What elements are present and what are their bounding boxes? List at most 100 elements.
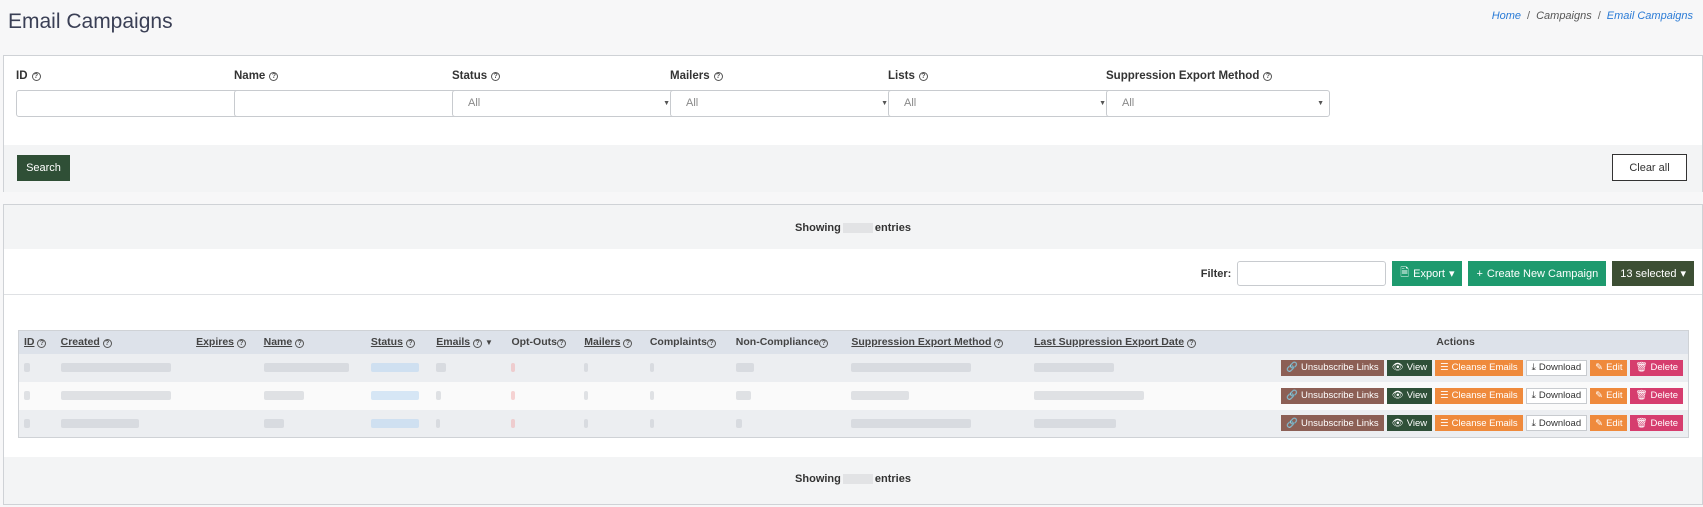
redacted-cell — [735, 363, 754, 373]
id-input[interactable] — [16, 90, 240, 117]
search-button[interactable]: Search — [17, 155, 70, 181]
help-icon[interactable]: ? — [491, 71, 501, 81]
help-icon: ? — [556, 339, 566, 349]
name-input[interactable] — [234, 90, 458, 117]
view-button[interactable]: 👁 View — [1386, 359, 1433, 376]
unsubscribe-links-button[interactable]: 🔗 Unsubscribe Links — [1281, 359, 1384, 376]
create-campaign-button[interactable]: + Create New Campaign — [1468, 261, 1607, 286]
help-icon[interactable]: ? — [31, 71, 41, 81]
view-button[interactable]: 👁 View — [1386, 415, 1433, 432]
edit-button[interactable]: ✎ Edit — [1590, 359, 1628, 376]
col-suppression[interactable]: Suppression Export Method ? — [846, 330, 1030, 354]
col-last-suppression[interactable]: Last Suppression Export Date ? — [1029, 330, 1224, 354]
view-button[interactable]: 👁 View — [1386, 387, 1433, 404]
campaigns-table: ID ? Created ? Expires ? Name ? Status ?… — [18, 330, 1689, 438]
redacted-cell — [1034, 363, 1115, 373]
list-icon: ☰ — [1440, 390, 1449, 401]
cleanse-emails-button[interactable]: ☰ Cleanse Emails — [1435, 359, 1523, 376]
delete-button[interactable]: 🗑 Delete — [1630, 359, 1683, 376]
help-icon[interactable]: ? — [269, 71, 279, 81]
help-icon: ? — [819, 339, 829, 349]
filter-mailers: Mailers? All ▼ — [670, 70, 894, 117]
col-name[interactable]: Name ? — [258, 330, 366, 354]
redacted-cell — [649, 418, 654, 428]
col-mailers[interactable]: Mailers ? — [579, 330, 645, 354]
table-row: 🔗 Unsubscribe Links 👁 View ☰ Cleanse Emails… — [18, 381, 1689, 410]
filter-name: Name? — [234, 70, 458, 117]
redacted-cell — [1034, 391, 1145, 401]
unsubscribe-links-button[interactable]: 🔗 Unsubscribe Links — [1281, 387, 1384, 404]
redacted-status — [370, 418, 419, 428]
redacted-cell — [436, 363, 447, 373]
help-icon: ? — [405, 339, 415, 349]
col-emails[interactable]: Emails ? ▼ — [431, 330, 507, 354]
delete-button[interactable]: 🗑 Delete — [1630, 415, 1683, 432]
breadcrumb-separator: / — [1527, 10, 1531, 22]
help-icon[interactable]: ? — [918, 71, 928, 81]
row-actions: 🔗 Unsubscribe Links 👁 View ☰ Cleanse Emails… — [1228, 359, 1683, 376]
redacted-cell — [511, 391, 516, 401]
selected-columns-button[interactable]: 13 selected ▾ — [1612, 261, 1694, 286]
col-optouts: Opt-Outs? — [506, 330, 580, 354]
suppression-select[interactable]: All ▼ — [1106, 90, 1330, 117]
status-select[interactable]: All ▼ — [452, 90, 676, 117]
help-icon: ? — [623, 339, 633, 349]
download-button[interactable]: ⤓ Download — [1525, 359, 1588, 376]
breadcrumb-current[interactable]: Email Campaigns — [1607, 10, 1693, 22]
download-button[interactable]: ⤓ Download — [1525, 415, 1588, 432]
edit-icon: ✎ — [1595, 390, 1604, 401]
lists-select[interactable]: All ▼ — [888, 90, 1112, 117]
unsubscribe-links-button[interactable]: 🔗 Unsubscribe Links — [1281, 415, 1384, 432]
redacted-cell — [60, 418, 139, 428]
filter-name-label: Name — [234, 70, 266, 82]
mailers-select[interactable]: All ▼ — [670, 90, 894, 117]
export-label: Export — [1413, 267, 1445, 280]
col-status[interactable]: Status ? — [365, 330, 432, 354]
redacted-cell — [511, 363, 516, 373]
campaigns-list-panel: Showing entries Filter: 🗎 Export ▾ + Create … — [3, 204, 1703, 505]
help-icon[interactable]: ? — [1263, 71, 1273, 81]
link-icon: 🔗 — [1286, 362, 1299, 373]
page-title: Email Campaigns — [8, 10, 173, 33]
table-filter-input[interactable] — [1237, 261, 1387, 286]
help-icon[interactable]: ? — [713, 71, 723, 81]
entries-range-redacted — [842, 223, 873, 234]
lists-select-value: All — [904, 97, 917, 109]
cleanse-emails-button[interactable]: ☰ Cleanse Emails — [1435, 387, 1523, 404]
showing-entries-top: Showing entries — [4, 222, 1702, 234]
redacted-cell — [60, 363, 171, 373]
help-icon: ? — [102, 339, 112, 349]
redacted-cell — [851, 418, 972, 428]
help-icon: ? — [1186, 339, 1196, 349]
col-id[interactable]: ID ? — [18, 330, 56, 354]
redacted-cell — [263, 391, 304, 401]
edit-icon: ✎ — [1595, 417, 1604, 429]
cleanse-emails-button[interactable]: ☰ Cleanse Emails — [1435, 415, 1523, 432]
download-button[interactable]: ⤓ Download — [1525, 387, 1588, 404]
edit-button[interactable]: ✎ Edit — [1590, 415, 1628, 432]
help-icon: ? — [295, 339, 305, 349]
col-noncompliance: Non-Compliance? — [730, 330, 847, 354]
filter-lists: Lists? All ▼ — [888, 70, 1112, 117]
download-icon: ⤓ — [1531, 417, 1536, 429]
mailers-select-value: All — [686, 97, 699, 109]
redacted-cell — [511, 418, 516, 428]
filter-label: Filter: — [1200, 267, 1232, 280]
col-expires[interactable]: Expires ? — [191, 330, 259, 354]
breadcrumb-campaigns[interactable]: Campaigns — [1536, 10, 1592, 22]
table-row: 🔗 Unsubscribe Links 👁 View ☰ Cleanse Emails… — [18, 353, 1689, 382]
status-select-value: All — [468, 97, 481, 109]
edit-icon: ✎ — [1595, 362, 1604, 373]
col-created[interactable]: Created ? — [55, 330, 192, 354]
breadcrumb-home-link[interactable]: Home — [1492, 10, 1521, 22]
search-panel: ID? Name? Status? All ▼ Mailers? All ▼ Lis… — [3, 55, 1703, 192]
export-button[interactable]: 🗎 Export ▾ — [1392, 261, 1463, 286]
list-icon: ☰ — [1440, 417, 1449, 429]
clear-all-button[interactable]: Clear all — [1612, 154, 1687, 181]
chevron-down-icon: ▼ — [663, 100, 670, 107]
delete-button[interactable]: 🗑 Delete — [1630, 387, 1683, 404]
edit-button[interactable]: ✎ Edit — [1590, 387, 1628, 404]
entries-range-redacted — [842, 474, 873, 485]
trash-icon: 🗑 — [1635, 390, 1648, 401]
divider — [4, 294, 1702, 295]
